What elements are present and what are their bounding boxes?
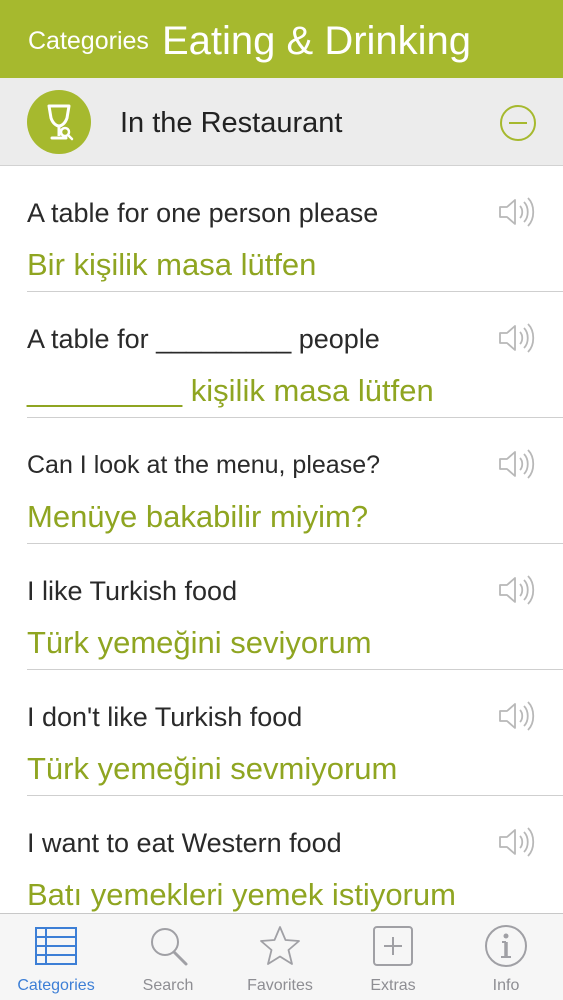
tab-label: Extras xyxy=(370,977,416,994)
tab-bar: Categories Search Favorites Extras Info xyxy=(0,913,563,1000)
tab-extras[interactable]: Extras xyxy=(337,914,449,1000)
english-phrase: A table for one person please xyxy=(27,198,379,228)
phrase-row[interactable]: A table for one person please Bir kişili… xyxy=(0,166,563,292)
magnifier-icon xyxy=(146,924,190,968)
section-title: In the Restaurant xyxy=(120,107,343,139)
tab-label: Categories xyxy=(17,977,95,994)
back-to-categories-button[interactable]: Categories xyxy=(28,26,149,56)
speaker-icon[interactable] xyxy=(496,698,536,734)
english-phrase: I don't like Turkish food xyxy=(27,702,303,732)
speaker-icon[interactable] xyxy=(496,824,536,860)
phrase-list: A table for one person please Bir kişili… xyxy=(0,166,563,913)
phrase-row[interactable]: I want to eat Western food Batı yemekler… xyxy=(0,796,563,913)
phrase-row[interactable]: A table for _________ people _________ k… xyxy=(0,292,563,418)
tab-favorites[interactable]: Favorites xyxy=(224,914,336,1000)
info-icon xyxy=(484,924,528,968)
turkish-translation: _________ kişilik masa lütfen xyxy=(27,373,434,408)
plus-icon xyxy=(371,924,415,968)
turkish-translation: Bir kişilik masa lütfen xyxy=(27,247,317,282)
phrase-row[interactable]: Can I look at the menu, please? Menüye b… xyxy=(0,418,563,544)
wine-glass-icon xyxy=(27,90,91,154)
tab-search[interactable]: Search xyxy=(112,914,224,1000)
nav-header: Categories Eating & Drinking xyxy=(0,0,563,78)
speaker-icon[interactable] xyxy=(496,572,536,608)
english-phrase: I like Turkish food xyxy=(27,576,238,606)
speaker-icon[interactable] xyxy=(496,194,536,230)
speaker-icon[interactable] xyxy=(496,320,536,356)
english-phrase: A table for _________ people xyxy=(27,324,380,354)
tab-info[interactable]: Info xyxy=(450,914,562,1000)
phrase-row[interactable]: I like Turkish food Türk yemeğini seviyo… xyxy=(0,544,563,670)
app-screen: Categories Eating & Drinking In the Rest… xyxy=(0,0,563,1000)
section-header[interactable]: In the Restaurant xyxy=(0,78,563,166)
turkish-translation: Türk yemeğini sevmiyorum xyxy=(27,751,398,786)
list-icon xyxy=(34,924,78,968)
collapse-minus-icon[interactable] xyxy=(499,104,537,142)
english-phrase: I want to eat Western food xyxy=(27,828,342,858)
tab-label: Favorites xyxy=(247,977,313,994)
speaker-icon[interactable] xyxy=(496,446,536,482)
turkish-translation: Menüye bakabilir miyim? xyxy=(27,499,369,534)
turkish-translation: Batı yemekleri yemek istiyorum xyxy=(27,877,456,912)
star-icon xyxy=(258,924,302,968)
phrase-row[interactable]: I don't like Turkish food Türk yemeğini … xyxy=(0,670,563,796)
tab-label: Info xyxy=(492,977,520,994)
english-phrase: Can I look at the menu, please? xyxy=(27,451,381,479)
tab-categories[interactable]: Categories xyxy=(0,914,112,1000)
turkish-translation: Türk yemeğini seviyorum xyxy=(27,625,372,660)
page-title: Eating & Drinking xyxy=(162,19,472,63)
tab-label: Search xyxy=(142,977,194,994)
